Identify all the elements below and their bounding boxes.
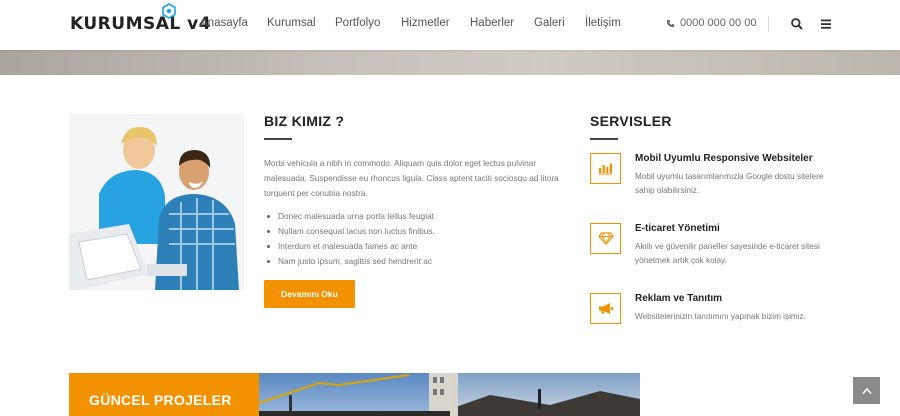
services-header: SERVISLER: [590, 113, 830, 140]
service-title: E-ticaret Yönetimi: [635, 223, 720, 234]
title-underline: [590, 138, 618, 140]
nav-haberler[interactable]: Haberler: [470, 17, 514, 29]
about-list: Donec malesuada urna porta tellus feugia…: [264, 209, 564, 269]
nav-iletisim[interactable]: İletişim: [585, 17, 621, 29]
nav-galeri[interactable]: Galeri: [534, 17, 565, 29]
logo[interactable]: KURUMSAL v4: [70, 14, 211, 34]
nav-portfolyo[interactable]: Portfolyo: [335, 17, 380, 29]
hero-slider-bottom: [0, 50, 900, 75]
about-image: [69, 114, 244, 290]
bar-chart-icon: [590, 153, 621, 184]
about-title: BIZ KIMIZ ?: [264, 113, 345, 129]
search-icon[interactable]: [790, 17, 804, 31]
nav-anasayfa[interactable]: Anasayfa: [200, 17, 248, 29]
phone-icon: [666, 19, 675, 27]
scroll-to-top-button[interactable]: [853, 377, 880, 404]
header-divider: [768, 16, 769, 32]
menu-icon[interactable]: [820, 18, 832, 30]
service-desc: Websitelerinizin tanıtımını yapmak bizim…: [635, 312, 806, 321]
site-header: KURUMSAL v4 Anasayfa Kurumsal Portfolyo …: [0, 0, 900, 50]
nav-kurumsal[interactable]: Kurumsal: [267, 17, 316, 29]
logo-hex-icon: [162, 3, 176, 19]
diamond-icon: [590, 223, 621, 254]
service-desc: Mobil uyumlu tasarımlarımızla Google dos…: [635, 172, 824, 195]
project-image[interactable]: [450, 373, 640, 416]
chevron-up-icon: [861, 387, 872, 394]
nav-hizmetler[interactable]: Hizmetler: [401, 17, 450, 29]
services-title: SERVISLER: [590, 113, 672, 129]
read-more-button[interactable]: Devamını Oku: [264, 280, 355, 308]
list-item: Interdum et malesuada fames ac ante: [264, 239, 564, 254]
title-underline: [264, 138, 292, 140]
phone-text: 0000 000 00 00: [680, 17, 757, 29]
list-item: Nullam consequat lacus non luctus finibu…: [264, 224, 564, 239]
list-item: Nam justo ipsum, sagittis sed hendrerit …: [264, 254, 564, 269]
megaphone-icon: [590, 293, 621, 324]
service-desc: Akıllı ve güvenilir paneller sayesinde e…: [635, 242, 820, 265]
project-image[interactable]: [259, 373, 450, 416]
projects-title: GÜNCEL PROJELER: [89, 392, 232, 408]
service-title: Reklam ve Tanıtım: [635, 293, 723, 304]
phone-number[interactable]: 0000 000 00 00: [666, 17, 756, 29]
service-title: Mobil Uyumlu Responsive Websiteler: [635, 153, 813, 164]
projects-title-box: GÜNCEL PROJELER: [69, 373, 259, 416]
about-section: BIZ KIMIZ ? Morbi vehicula a nibh in com…: [264, 113, 564, 269]
about-text: Morbi vehicula a nibh in commodo. Aliqua…: [264, 158, 559, 198]
list-item: Donec malesuada urna porta tellus feugia…: [264, 209, 564, 224]
